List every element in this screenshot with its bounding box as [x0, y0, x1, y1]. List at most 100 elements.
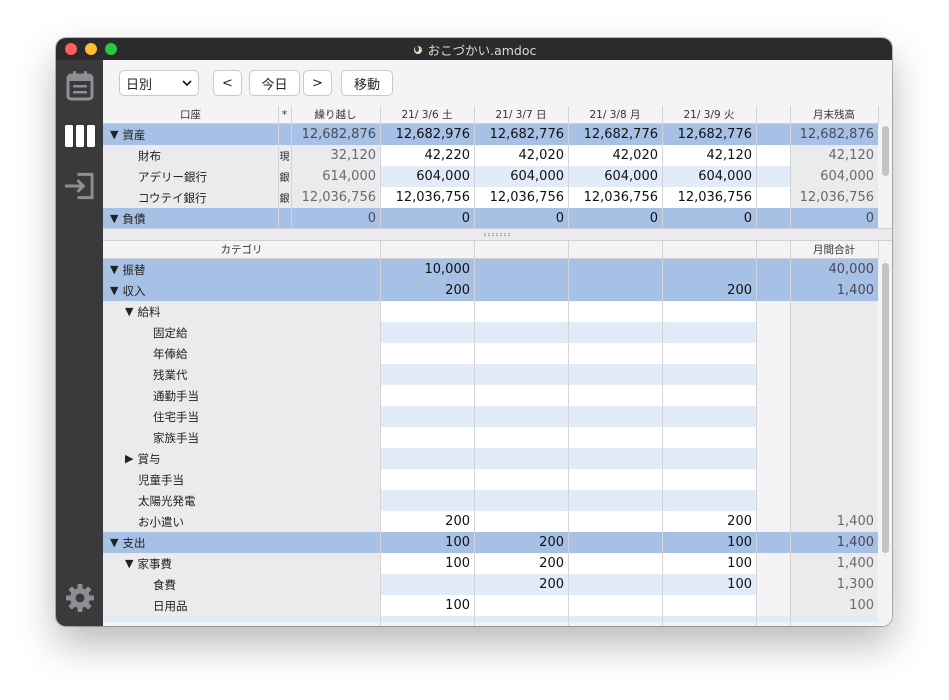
account-value-cell[interactable]: 42,120	[790, 145, 878, 166]
account-value-cell[interactable]: 604,000	[568, 166, 662, 187]
columns-icon[interactable]	[64, 120, 95, 151]
account-value-cell[interactable]	[756, 166, 790, 187]
disclosure-triangle-icon[interactable]: ▼	[125, 305, 133, 318]
accounts-header-cell[interactable]: 月末残高	[790, 106, 878, 123]
categories-header-cell[interactable]	[756, 241, 790, 258]
account-value-cell[interactable]: 12,036,756	[291, 187, 380, 208]
category-value-cell[interactable]	[790, 364, 878, 385]
calendar-icon[interactable]	[64, 70, 95, 101]
category-value-cell[interactable]	[662, 343, 756, 364]
category-row[interactable]: お小遣い 200 200 1,400	[103, 511, 878, 532]
account-value-cell[interactable]: 12,036,756	[568, 187, 662, 208]
categories-scrollbar[interactable]	[878, 259, 892, 626]
category-value-cell[interactable]	[790, 322, 878, 343]
accounts-header-cell[interactable]	[756, 106, 790, 123]
account-value-cell[interactable]: 604,000	[790, 166, 878, 187]
category-value-cell[interactable]	[380, 301, 474, 322]
category-row[interactable]: 太陽光発電	[103, 490, 878, 511]
category-value-cell[interactable]: 100	[662, 532, 756, 553]
category-value-cell[interactable]	[474, 595, 568, 616]
categories-header-cell[interactable]: カテゴリ	[103, 241, 380, 258]
account-value-cell[interactable]: 12,036,756	[790, 187, 878, 208]
category-value-cell[interactable]	[662, 490, 756, 511]
account-value-cell[interactable]: 12,682,976	[380, 124, 474, 145]
category-value-cell[interactable]: 100	[380, 553, 474, 574]
category-value-cell[interactable]	[756, 322, 790, 343]
accounts-header-cell[interactable]: *	[278, 106, 291, 123]
category-value-cell[interactable]	[380, 406, 474, 427]
category-value-cell[interactable]	[474, 322, 568, 343]
category-value-cell[interactable]	[756, 448, 790, 469]
category-value-cell[interactable]: 1,400	[790, 511, 878, 532]
account-row[interactable]: ▼ 資産 12,682,876 12,682,976 12,682,776 12,682,…	[103, 124, 878, 145]
categories-header-cell[interactable]	[662, 241, 756, 258]
import-icon[interactable]	[64, 170, 95, 201]
account-value-cell[interactable]: 12,682,776	[662, 124, 756, 145]
category-row[interactable]: ▶ 賞与	[103, 448, 878, 469]
next-button[interactable]: >	[303, 70, 332, 96]
disclosure-triangle-icon[interactable]: ▼	[110, 263, 118, 276]
category-value-cell[interactable]	[568, 448, 662, 469]
category-value-cell[interactable]	[756, 427, 790, 448]
category-value-cell[interactable]	[568, 553, 662, 574]
categories-header-cell[interactable]	[380, 241, 474, 258]
category-row[interactable]: ▼ 家事費 100 200 100 1,400	[103, 553, 878, 574]
category-value-cell[interactable]	[662, 595, 756, 616]
category-value-cell[interactable]: 1,400	[790, 280, 878, 301]
category-value-cell[interactable]	[474, 427, 568, 448]
account-row[interactable]: ▼ 負債 0 0 0 0 0 0	[103, 208, 878, 229]
category-value-cell[interactable]	[474, 448, 568, 469]
category-value-cell[interactable]	[474, 259, 568, 280]
category-row[interactable]: 食費 200 100 1,300	[103, 574, 878, 595]
category-value-cell[interactable]: 100	[380, 595, 474, 616]
category-value-cell[interactable]	[790, 385, 878, 406]
period-select[interactable]: 日別	[119, 70, 199, 96]
category-value-cell[interactable]	[756, 553, 790, 574]
disclosure-triangle-icon[interactable]: ▼	[110, 536, 118, 549]
account-value-cell[interactable]	[756, 124, 790, 145]
category-value-cell[interactable]	[380, 469, 474, 490]
account-value-cell[interactable]: 0	[474, 208, 568, 229]
category-value-cell[interactable]	[568, 574, 662, 595]
category-row[interactable]: ▼ 支出 100 200 100 1,400	[103, 532, 878, 553]
categories-header-cell[interactable]	[474, 241, 568, 258]
category-value-cell[interactable]	[662, 406, 756, 427]
minimize-window-button[interactable]	[85, 43, 97, 55]
category-value-cell[interactable]	[380, 364, 474, 385]
category-value-cell[interactable]	[474, 490, 568, 511]
category-value-cell[interactable]	[662, 469, 756, 490]
category-value-cell[interactable]: 10,000	[380, 259, 474, 280]
category-value-cell[interactable]	[568, 322, 662, 343]
category-value-cell[interactable]	[568, 532, 662, 553]
category-value-cell[interactable]	[568, 343, 662, 364]
categories-header-cell[interactable]: 月間合計	[790, 241, 878, 258]
category-value-cell[interactable]: 200	[474, 553, 568, 574]
category-value-cell[interactable]	[380, 490, 474, 511]
account-value-cell[interactable]: 0	[291, 208, 380, 229]
accounts-header-cell[interactable]: 21/ 3/7 日	[474, 106, 568, 123]
category-value-cell[interactable]	[756, 595, 790, 616]
category-row[interactable]: 通勤手当	[103, 385, 878, 406]
disclosure-triangle-icon[interactable]: ▼	[125, 557, 133, 570]
accounts-scrollbar[interactable]	[878, 124, 892, 228]
accounts-header-cell[interactable]: 繰り越し	[291, 106, 380, 123]
category-row[interactable]: 児童手当	[103, 469, 878, 490]
move-button[interactable]: 移動	[341, 70, 393, 96]
account-value-cell[interactable]: 614,000	[291, 166, 380, 187]
category-value-cell[interactable]	[790, 448, 878, 469]
category-value-cell[interactable]: 200	[474, 574, 568, 595]
category-value-cell[interactable]	[568, 469, 662, 490]
category-value-cell[interactable]	[756, 490, 790, 511]
disclosure-triangle-icon[interactable]: ▶	[125, 452, 133, 465]
category-value-cell[interactable]	[474, 343, 568, 364]
category-value-cell[interactable]	[790, 469, 878, 490]
category-value-cell[interactable]	[662, 301, 756, 322]
category-value-cell[interactable]	[380, 385, 474, 406]
category-value-cell[interactable]	[474, 280, 568, 301]
category-value-cell[interactable]	[790, 427, 878, 448]
disclosure-triangle-icon[interactable]: ▼	[110, 212, 118, 225]
account-value-cell[interactable]: 32,120	[291, 145, 380, 166]
category-value-cell[interactable]	[662, 364, 756, 385]
disclosure-triangle-icon[interactable]: ▼	[110, 284, 118, 297]
category-row[interactable]: 残業代	[103, 364, 878, 385]
